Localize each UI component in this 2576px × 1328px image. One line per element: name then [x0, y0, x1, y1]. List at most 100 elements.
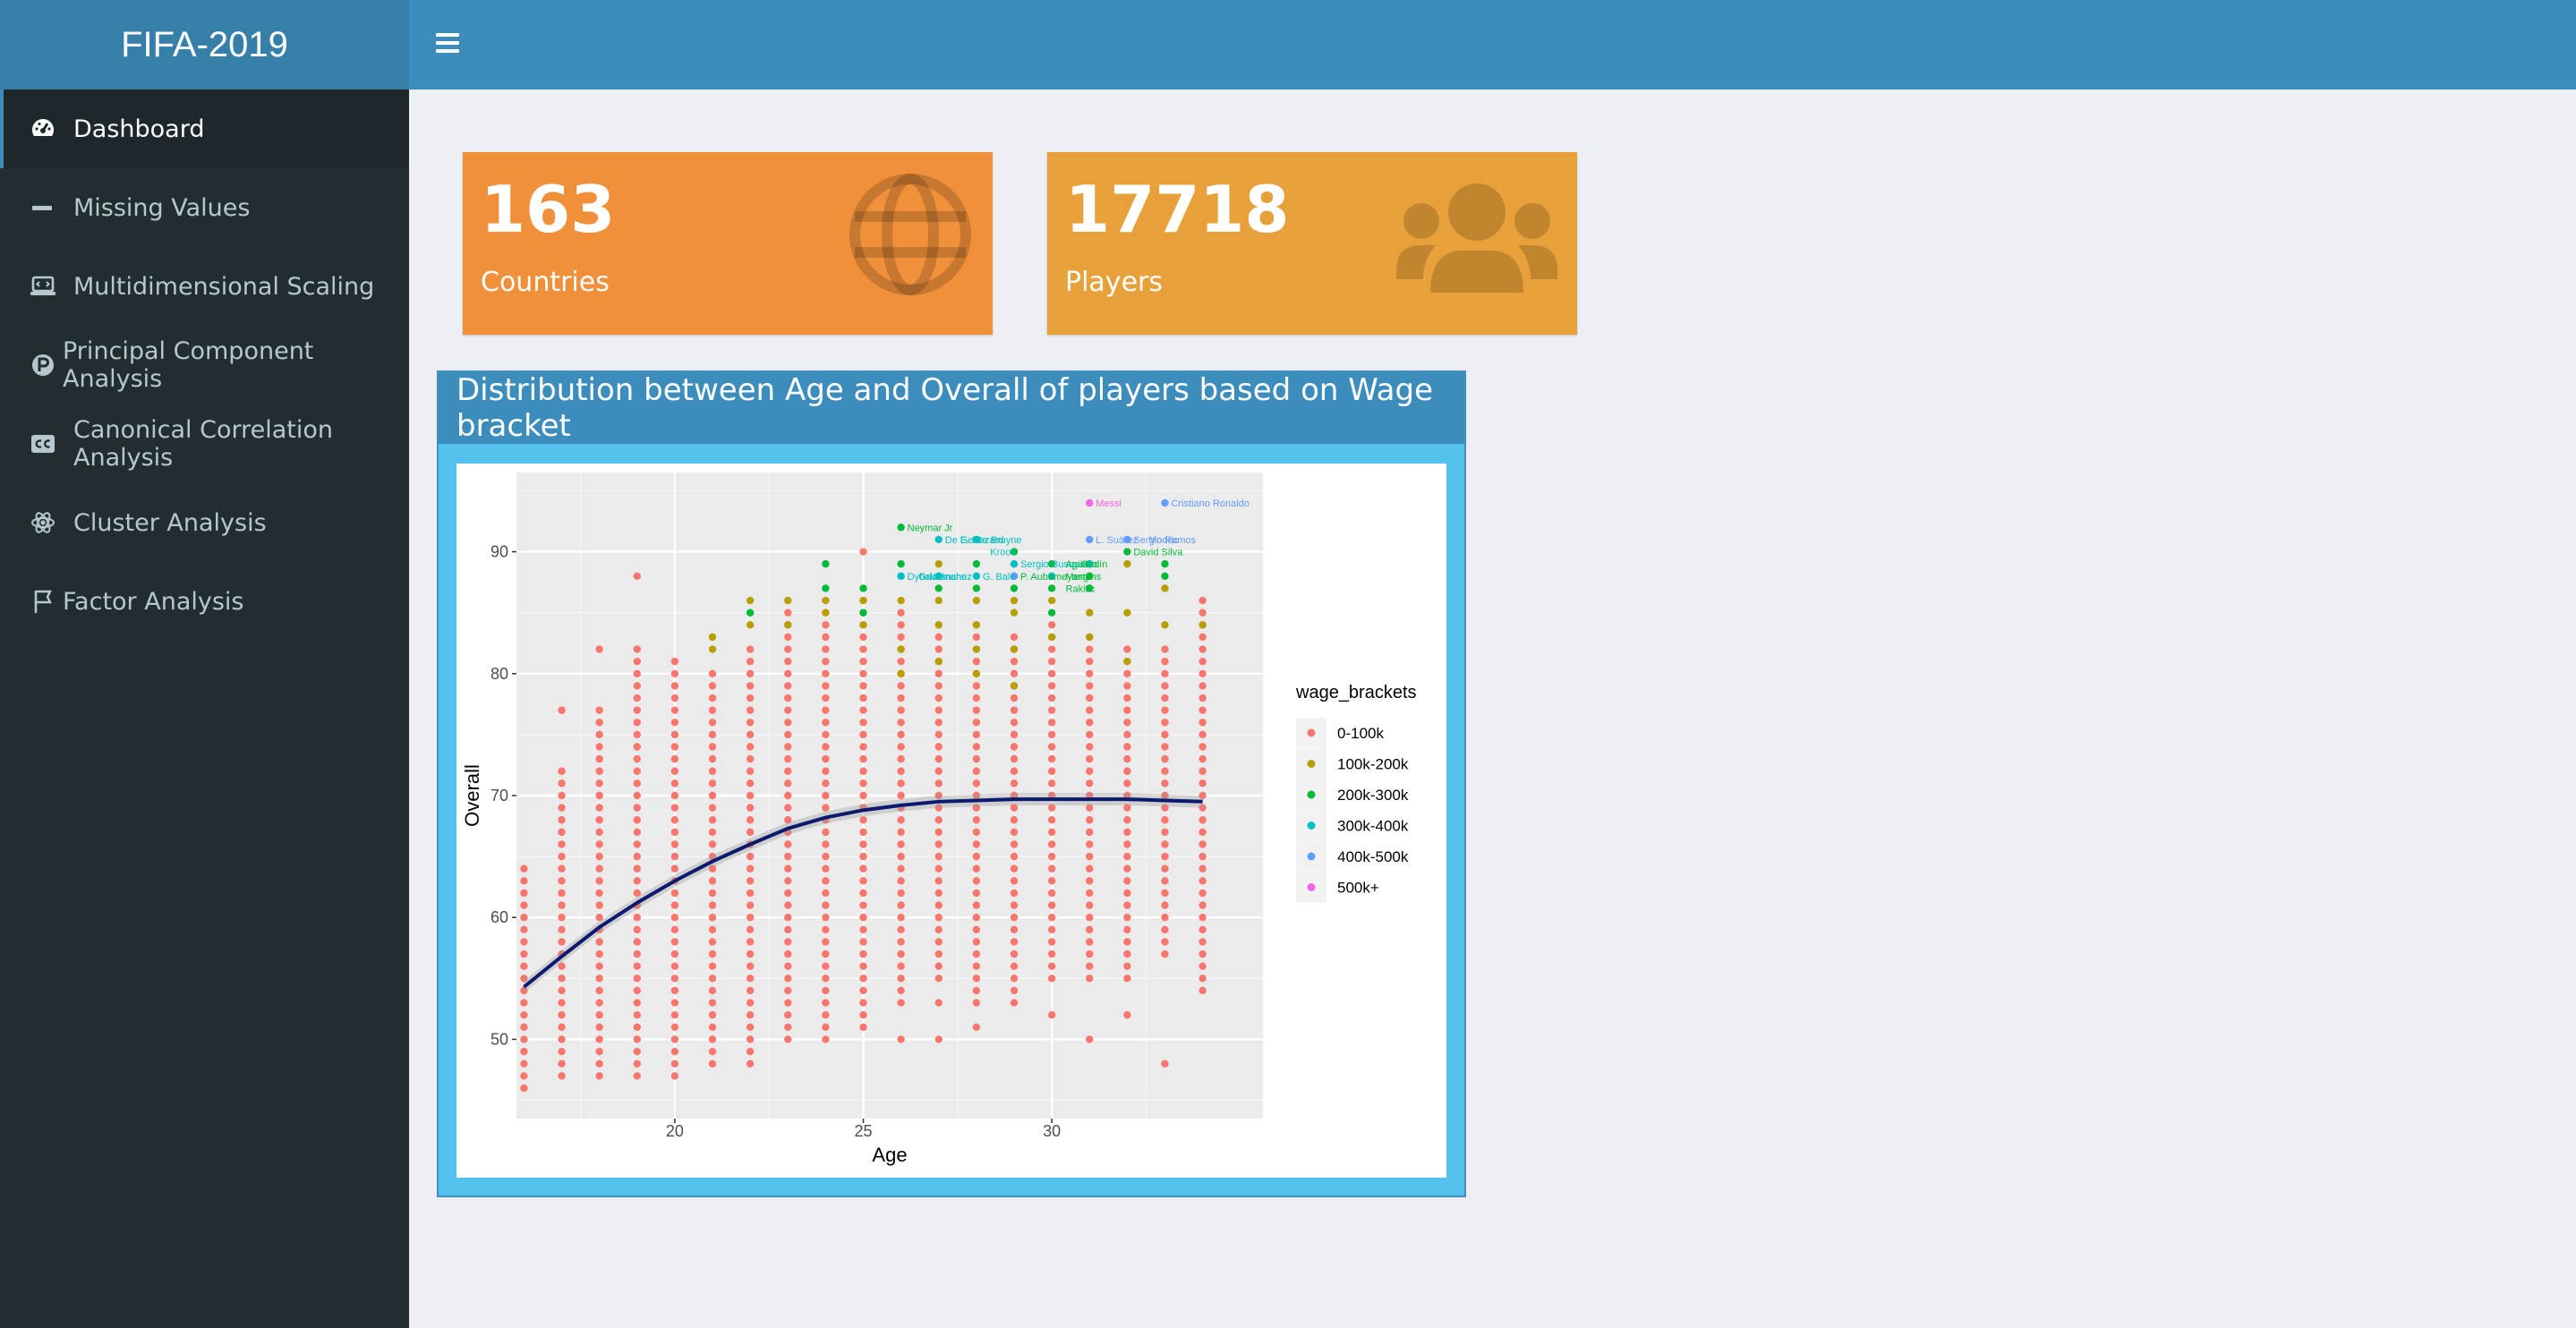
player-label: David Silva [1133, 548, 1183, 558]
sidebar-item-dashboard[interactable]: Dashboard [0, 89, 409, 168]
sidebar-item-label: Dashboard [73, 115, 205, 143]
globe-icon [849, 174, 971, 295]
data-point [1047, 1011, 1056, 1019]
data-point [822, 828, 830, 837]
data-point [822, 986, 830, 995]
data-point [633, 962, 641, 970]
data-point [1086, 914, 1094, 922]
data-point [1198, 901, 1207, 909]
sidebar-item-canonical-correlation-analysis[interactable]: Canonical Correlation Analysis [0, 404, 409, 483]
data-point [1010, 730, 1019, 739]
legend-label: 0-100k [1337, 725, 1384, 742]
data-point [633, 645, 641, 653]
data-point [595, 706, 603, 714]
data-point [520, 901, 528, 909]
data-point [972, 975, 981, 983]
data-point [708, 962, 717, 970]
data-point [670, 1072, 679, 1080]
data-point [1123, 694, 1131, 702]
data-point [859, 975, 867, 983]
data-point [784, 645, 792, 653]
data-point [708, 804, 717, 812]
data-point [934, 828, 943, 837]
data-point [1161, 584, 1169, 592]
data-point [897, 999, 905, 1007]
data-point [859, 949, 867, 958]
data-point [558, 1047, 566, 1056]
data-point [859, 791, 867, 800]
data-point [633, 864, 641, 873]
data-point [784, 743, 792, 751]
data-point [595, 1011, 603, 1019]
data-point [746, 1011, 755, 1019]
data-point [1086, 730, 1094, 739]
data-point [1198, 914, 1207, 922]
data-point [595, 840, 603, 848]
player-label: G. Bale [983, 572, 1016, 583]
data-point [1086, 779, 1094, 787]
data-point [1086, 962, 1094, 970]
sidebar: Dashboard Missing Values Multidimensiona… [0, 89, 409, 1328]
data-point [897, 925, 905, 934]
data-point [1198, 609, 1207, 617]
data-point [859, 596, 867, 605]
data-point [746, 743, 755, 751]
data-point [784, 914, 792, 922]
data-point [784, 706, 792, 714]
data-point [1047, 719, 1056, 727]
data-point [934, 743, 943, 751]
data-point [822, 914, 830, 922]
data-point [1161, 743, 1169, 751]
data-point [822, 999, 830, 1007]
data-point [1161, 498, 1169, 507]
data-point [1198, 743, 1207, 751]
data-point [746, 864, 755, 873]
data-point [633, 877, 641, 885]
data-point [1198, 852, 1207, 861]
sidebar-item-cluster-analysis[interactable]: Cluster Analysis [0, 483, 409, 562]
data-point [822, 864, 830, 873]
data-point [1010, 914, 1019, 922]
data-point [708, 669, 717, 677]
app-logo[interactable]: FIFA-2019 [0, 0, 409, 89]
data-point [558, 999, 566, 1007]
data-point [670, 767, 679, 775]
data-point [822, 633, 830, 642]
data-point [595, 975, 603, 983]
data-point [1161, 621, 1169, 629]
data-point [520, 1023, 528, 1032]
data-point [708, 828, 717, 837]
data-point [1010, 975, 1019, 983]
data-point [708, 889, 717, 898]
data-point [595, 1035, 603, 1043]
sidebar-item-factor-analysis[interactable]: Factor Analysis [0, 562, 409, 641]
data-point [1010, 877, 1019, 885]
sidebar-item-missing-values[interactable]: Missing Values [0, 168, 409, 247]
data-point [1010, 743, 1019, 751]
data-point [746, 925, 755, 934]
data-point [934, 621, 943, 629]
data-point [595, 1072, 603, 1080]
data-point [520, 999, 528, 1007]
data-point [746, 889, 755, 898]
data-point [1198, 719, 1207, 727]
data-point [1086, 535, 1094, 544]
data-point [633, 925, 641, 934]
data-point [1161, 779, 1169, 787]
data-point [746, 1023, 755, 1032]
data-point [822, 975, 830, 983]
sidebar-toggle-icon[interactable] [436, 30, 463, 55]
data-point [1047, 816, 1056, 824]
data-point [746, 621, 755, 629]
sidebar-item-principal-component-analysis[interactable]: Principal Component Analysis [0, 326, 409, 404]
data-point [746, 852, 755, 861]
data-point [708, 816, 717, 824]
data-point [1086, 706, 1094, 714]
data-point [1010, 719, 1019, 727]
data-point [746, 804, 755, 812]
data-point [1086, 949, 1094, 958]
data-point [558, 1035, 566, 1043]
chart-panel: Distribution between Age and Overall of … [437, 370, 1466, 1197]
sidebar-item-multidimensional-scaling[interactable]: Multidimensional Scaling [0, 247, 409, 326]
legend-label: 300k-400k [1337, 818, 1409, 835]
